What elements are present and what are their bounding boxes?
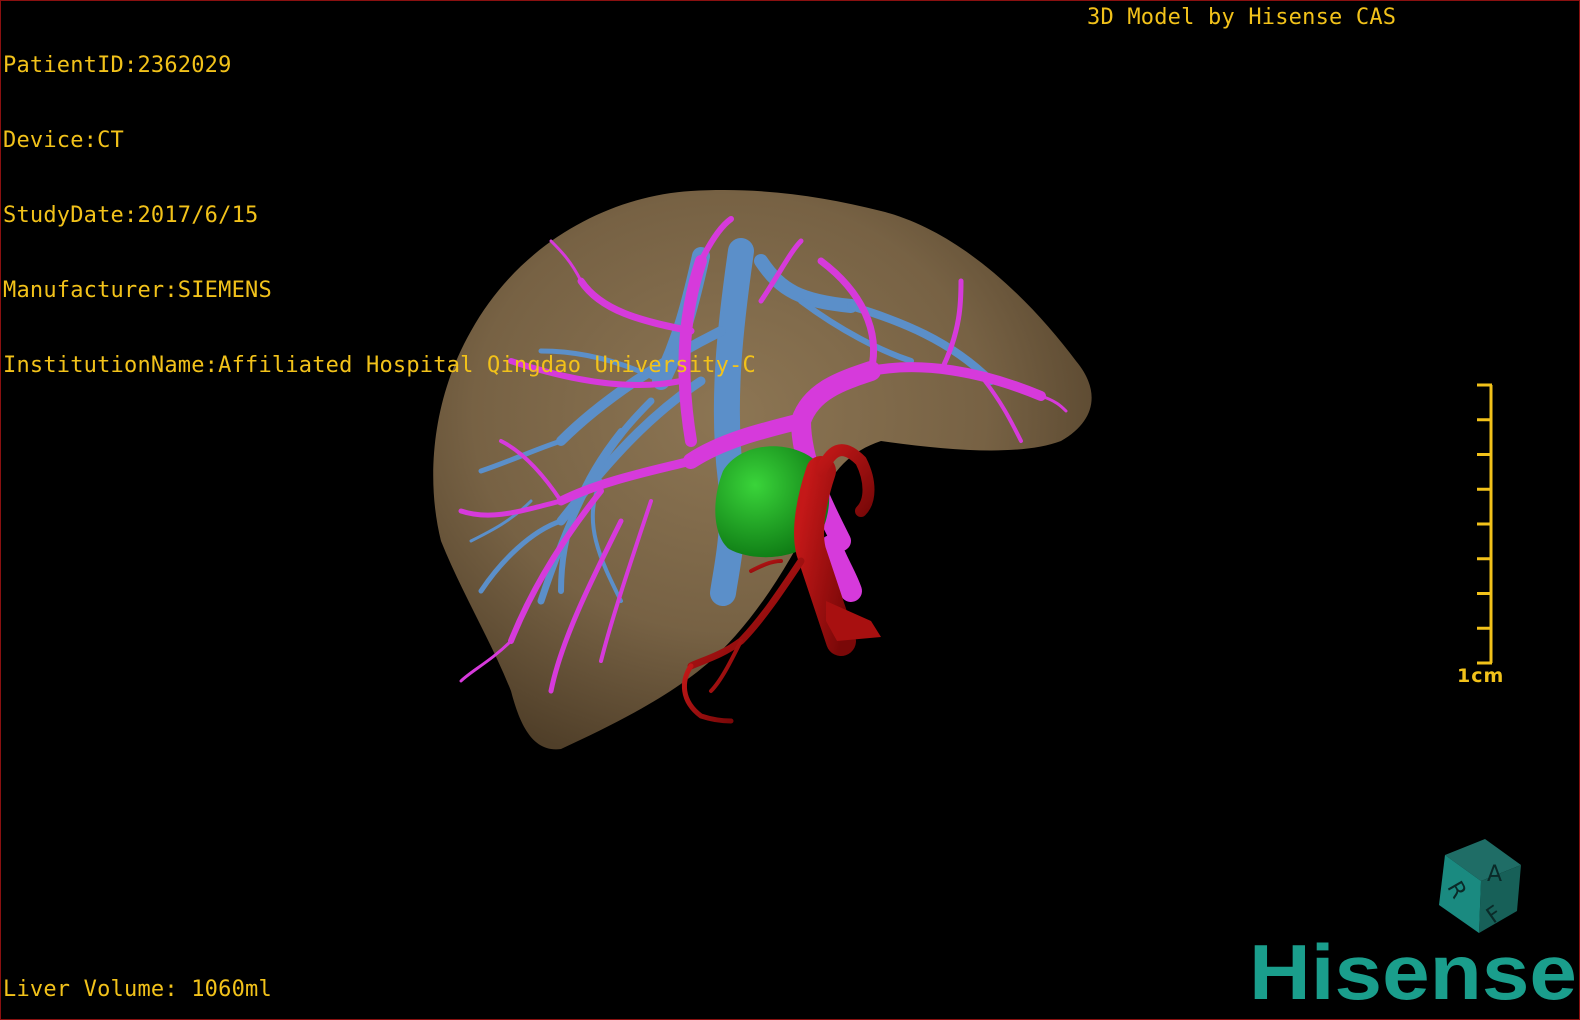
device: Device:CT [3, 128, 125, 153]
manufacturer: Manufacturer:SIEMENS [3, 278, 272, 303]
orientation-cube-icon[interactable]: R A F [1425, 837, 1535, 947]
hisense-logo-icon: Hisense [1249, 933, 1577, 1013]
cube-label-a: A [1487, 862, 1502, 887]
model-credit: 3D Model by Hisense CAS [1087, 5, 1397, 30]
patient-info-block: PatientID:2362029 Device:CT StudyDate:20… [3, 3, 756, 428]
liver-volume: Liver Volume: 1060ml [3, 977, 272, 1002]
brand-logo-text: Hisense [1249, 933, 1577, 1013]
scale-label: 1cm [1457, 665, 1505, 687]
scale-bar [1477, 383, 1493, 665]
inferior-vena-cava [826, 601, 881, 641]
3d-viewport[interactable]: PatientID:2362029 Device:CT StudyDate:20… [0, 0, 1580, 1020]
study-date: StudyDate:2017/6/15 [3, 203, 259, 228]
institution-name: InstitutionName:Affiliated Hospital Qing… [3, 353, 756, 378]
patient-id: PatientID:2362029 [3, 53, 232, 78]
